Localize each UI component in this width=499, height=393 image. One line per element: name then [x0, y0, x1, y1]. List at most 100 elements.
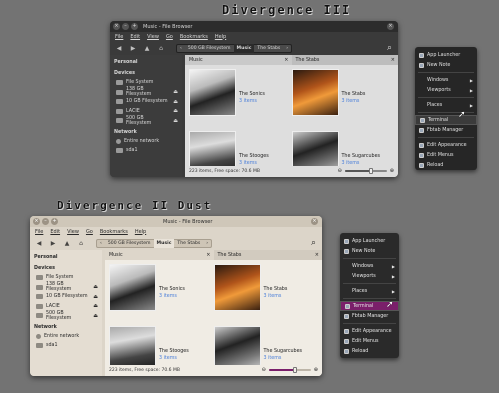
zoom-in-icon[interactable]: ⊕ — [390, 168, 394, 174]
menu-item-fbtab-manager[interactable]: Fbtab Manager — [340, 311, 399, 321]
eject-icon[interactable]: ⏏ — [173, 89, 178, 95]
menu-item-new-note[interactable]: New Note — [340, 246, 399, 256]
close-pane-icon[interactable]: × — [315, 252, 319, 258]
close-button[interactable]: × — [33, 218, 40, 225]
sidebar-item-device[interactable]: File System — [30, 273, 102, 283]
zoom-slider[interactable] — [344, 168, 387, 174]
eject-icon[interactable]: ⏏ — [173, 99, 178, 105]
menu-view[interactable]: View — [147, 34, 159, 40]
sidebar-item-device[interactable]: LACIE ⏏ — [110, 107, 182, 117]
home-button[interactable]: ⌂ — [76, 240, 86, 247]
breadcrumb-left-arrow[interactable]: ‹ — [177, 44, 185, 53]
close-button-right[interactable]: × — [311, 218, 318, 225]
eject-icon[interactable]: ⏏ — [93, 313, 98, 319]
close-button-right[interactable]: × — [387, 23, 394, 30]
menu-item-edit-appearance[interactable]: Edit Appearance — [415, 140, 477, 150]
menu-item-viewports[interactable]: Viewports ▶ — [340, 271, 399, 281]
menu-view[interactable]: View — [67, 229, 79, 235]
menu-edit[interactable]: Edit — [50, 229, 60, 235]
breadcrumb-right-arrow[interactable]: › — [283, 44, 291, 53]
minimize-button[interactable]: – — [122, 23, 129, 30]
forward-button[interactable]: ▶ — [48, 240, 58, 247]
folder-item[interactable]: The Stabs 3 items — [213, 264, 319, 326]
eject-icon[interactable]: ⏏ — [93, 284, 98, 290]
sidebar-item-device[interactable]: 500 GB Filesystem ⏏ — [30, 311, 102, 321]
breadcrumb-left-arrow[interactable]: ‹ — [97, 239, 105, 248]
breadcrumb-right-arrow[interactable]: › — [203, 239, 211, 248]
menu-item-app-launcher[interactable]: App Launcher — [415, 50, 477, 60]
back-button[interactable]: ◀ — [114, 45, 124, 52]
eject-icon[interactable]: ⏏ — [173, 118, 178, 124]
menu-item-reload[interactable]: Reload — [415, 160, 477, 170]
menu-go[interactable]: Go — [86, 229, 93, 235]
zoom-in-icon[interactable]: ⊕ — [314, 367, 318, 373]
menu-help[interactable]: Help — [215, 34, 226, 40]
menu-file[interactable]: File — [115, 34, 123, 40]
home-button[interactable]: ⌂ — [156, 45, 166, 52]
menu-item-places[interactable]: Places ▶ — [340, 286, 399, 296]
sidebar-item-device[interactable]: 10 GB Filesystem ⏏ — [110, 97, 182, 107]
zoom-slider[interactable] — [268, 367, 311, 373]
close-pane-icon[interactable]: × — [391, 57, 395, 63]
sidebar-item-device[interactable]: 138 GB Filesystem ⏏ — [110, 87, 182, 97]
menu-item-app-launcher[interactable]: App Launcher — [340, 236, 399, 246]
sidebar-item-device[interactable]: 10 GB Filesystem ⏏ — [30, 292, 102, 302]
menu-item-fbtab-manager[interactable]: Fbtab Manager — [415, 125, 477, 135]
sidebar-item-device[interactable]: LACIE ⏏ — [30, 302, 102, 312]
zoom-slider-handle[interactable] — [293, 367, 298, 373]
search-button[interactable]: ⌕ — [311, 238, 316, 248]
menu-bookmarks[interactable]: Bookmarks — [100, 229, 128, 235]
menu-file[interactable]: File — [35, 229, 43, 235]
menu-item-edit-menus[interactable]: Edit Menus — [415, 150, 477, 160]
pane-tab[interactable]: The Stabs × — [213, 250, 322, 260]
sidebar-item-device[interactable]: 138 GB Filesystem ⏏ — [30, 282, 102, 292]
menu-item-terminal[interactable]: Terminal — [415, 115, 477, 125]
breadcrumb-item[interactable]: Music — [153, 238, 175, 248]
pane-tab[interactable]: The Stabs × — [291, 55, 398, 65]
breadcrumb-item[interactable]: 500 GB Filesystem — [105, 239, 154, 248]
menu-item-new-note[interactable]: New Note — [415, 60, 477, 70]
folder-item[interactable]: The Sonics 3 items — [109, 264, 214, 326]
minimize-button[interactable]: – — [42, 218, 49, 225]
zoom-slider-handle[interactable] — [369, 168, 374, 174]
folder-item[interactable]: The Stabs 3 items — [291, 69, 395, 131]
sidebar-item-network[interactable]: sda1 — [30, 341, 102, 351]
breadcrumb-item[interactable]: Music — [233, 43, 255, 53]
breadcrumb-item[interactable]: The Stabs — [254, 44, 283, 53]
menu-item-windows[interactable]: Windows ▶ — [415, 75, 477, 85]
maximize-button[interactable]: + — [51, 218, 58, 225]
pane-tab[interactable]: Music × — [185, 55, 292, 65]
close-pane-icon[interactable]: × — [284, 57, 288, 63]
eject-icon[interactable]: ⏏ — [93, 294, 98, 300]
menu-help[interactable]: Help — [135, 229, 146, 235]
menu-edit[interactable]: Edit — [130, 34, 140, 40]
pane-tab[interactable]: Music × — [105, 250, 214, 260]
zoom-out-icon[interactable]: ⊖ — [262, 367, 266, 373]
up-button[interactable]: ▲ — [142, 45, 152, 52]
eject-icon[interactable]: ⏏ — [173, 108, 178, 114]
close-pane-icon[interactable]: × — [206, 252, 210, 258]
sidebar-item-network[interactable]: sda1 — [110, 146, 182, 156]
sidebar-item-device[interactable]: File System — [110, 78, 182, 88]
menu-bookmarks[interactable]: Bookmarks — [180, 34, 208, 40]
back-button[interactable]: ◀ — [34, 240, 44, 247]
menu-go[interactable]: Go — [166, 34, 173, 40]
breadcrumb-item[interactable]: 500 GB Filesystem — [185, 44, 234, 53]
menu-item-places[interactable]: Places ▶ — [415, 100, 477, 110]
close-button[interactable]: × — [113, 23, 120, 30]
menu-item-edit-appearance[interactable]: Edit Appearance — [340, 326, 399, 336]
maximize-button[interactable]: + — [131, 23, 138, 30]
menu-item-reload[interactable]: Reload — [340, 346, 399, 356]
up-button[interactable]: ▲ — [62, 240, 72, 247]
sidebar-item-network[interactable]: Entire network — [30, 332, 102, 342]
eject-icon[interactable]: ⏏ — [93, 303, 98, 309]
menu-item-edit-menus[interactable]: Edit Menus — [340, 336, 399, 346]
search-button[interactable]: ⌕ — [387, 43, 392, 53]
menu-item-windows[interactable]: Windows ▶ — [340, 261, 399, 271]
folder-item[interactable]: The Sonics 3 items — [189, 69, 292, 131]
sidebar-item-device[interactable]: 500 GB Filesystem ⏏ — [110, 116, 182, 126]
menu-item-viewports[interactable]: Viewports ▶ — [415, 85, 477, 95]
breadcrumb-item[interactable]: The Stabs — [174, 239, 203, 248]
sidebar-item-network[interactable]: Entire network — [110, 137, 182, 147]
forward-button[interactable]: ▶ — [128, 45, 138, 52]
